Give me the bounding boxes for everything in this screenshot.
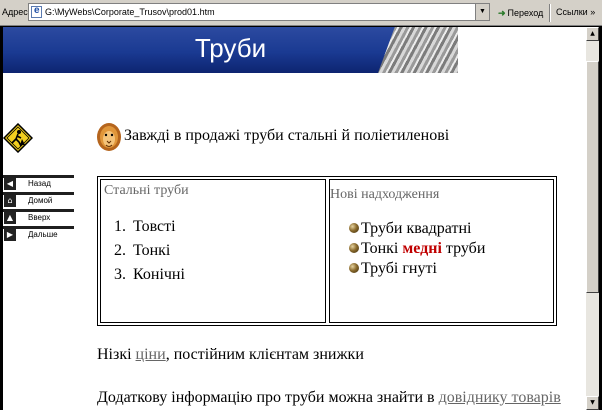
address-dropdown-button[interactable]: ▼	[475, 4, 489, 20]
info-table: Стальні труби 1. Товсті 2. Тонкі 3. Конічні…	[97, 176, 557, 326]
nav-next-label: Дальше	[28, 230, 58, 239]
home-icon: ⌂	[4, 195, 16, 207]
list-item: 2. Тонкі	[114, 242, 171, 259]
headline: Завжді в продажі труби стальні й поліети…	[124, 127, 450, 144]
address-input[interactable]: G:\MyWebs\Corporate_Trusov\prod01.htm ▼	[28, 3, 490, 21]
vertical-scrollbar[interactable]: ▲ ▼	[585, 27, 599, 410]
page-viewport: Труби ◀ Назад ⌂ Домой ▲ Вверх ▶ Дальше З…	[3, 27, 585, 410]
prices-paragraph: Нізкі ціни, постійним клієнтам знижки	[97, 346, 364, 363]
toolbar-separator	[549, 4, 551, 22]
chevron-right-icon: »	[590, 7, 596, 17]
scroll-down-button[interactable]: ▼	[586, 396, 599, 410]
scroll-up-button[interactable]: ▲	[586, 27, 599, 41]
construction-sign-icon	[3, 123, 33, 153]
highlight-text: медні	[402, 240, 442, 257]
nav-back-label: Назад	[28, 179, 51, 188]
more-info-paragraph: Додаткову інформацію про труби можна зна…	[97, 389, 561, 406]
catalog-link[interactable]: довіднику товарів	[439, 389, 561, 406]
scroll-thumb[interactable]	[586, 61, 599, 293]
new-arrivals-cell: Нові надходження Труби квадратні Тонкі м…	[329, 179, 554, 323]
list-item: 3. Конічні	[114, 266, 185, 283]
list-item: 1. Товсті	[114, 218, 176, 235]
nav-home-button[interactable]: ⌂ Домой	[3, 192, 74, 208]
steel-pipes-cell: Стальні труби 1. Товсті 2. Тонкі 3. Конічні	[100, 179, 326, 323]
bullet-icon	[349, 243, 359, 253]
bullet-icon	[349, 223, 359, 233]
prices-link[interactable]: ціни	[136, 346, 166, 363]
new-arrivals-list: Труби квадратні Тонкі медні труби Трубі …	[349, 220, 485, 280]
links-button[interactable]: Ссылки »	[556, 7, 595, 17]
list-item: Тонкі медні труби	[349, 240, 485, 260]
arrow-up-icon: ▲	[4, 212, 16, 224]
list-item: Трубі гнуті	[349, 260, 485, 280]
address-label: Адрес	[2, 7, 28, 17]
lion-icon	[97, 123, 121, 151]
bullet-icon	[349, 263, 359, 273]
nav-home-label: Домой	[28, 196, 53, 205]
go-button[interactable]: ➜ Переход	[494, 5, 543, 21]
nav-up-button[interactable]: ▲ Вверх	[3, 209, 74, 225]
go-arrow-icon: ➜	[498, 8, 506, 18]
nav-next-button[interactable]: ▶ Дальше	[3, 226, 74, 242]
steel-pipes-heading: Стальні труби	[104, 183, 189, 198]
new-arrivals-heading: Нові надходження	[330, 187, 440, 202]
steel-pipes-list: 1. Товсті 2. Тонкі 3. Конічні	[114, 218, 185, 290]
address-url[interactable]: G:\MyWebs\Corporate_Trusov\prod01.htm	[45, 7, 215, 17]
nav-up-label: Вверх	[28, 213, 51, 222]
go-label: Переход	[507, 8, 544, 18]
page-title: Труби	[194, 33, 267, 63]
arrow-right-icon: ▶	[4, 229, 16, 241]
list-item: Труби квадратні	[349, 220, 485, 240]
nav-back-button[interactable]: ◀ Назад	[3, 175, 74, 191]
links-label: Ссылки	[556, 7, 588, 17]
header-banner: Труби	[3, 27, 458, 73]
page-icon	[31, 5, 42, 18]
arrow-left-icon: ◀	[4, 178, 16, 190]
address-bar: Адрес G:\MyWebs\Corporate_Trusov\prod01.…	[0, 0, 602, 26]
